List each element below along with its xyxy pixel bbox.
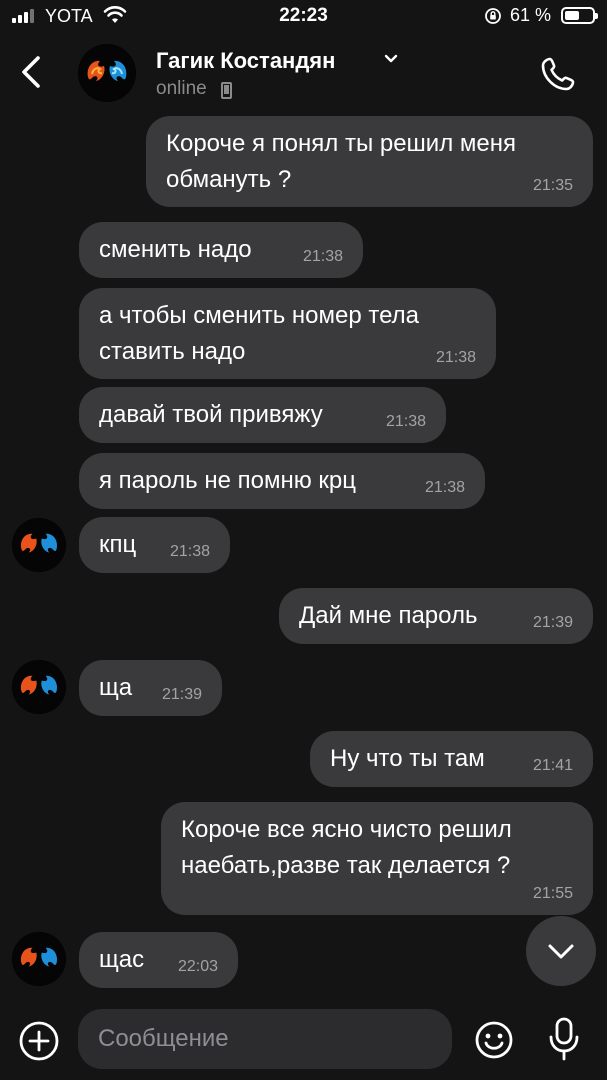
message-bubble-outgoing[interactable]: Дай мне пароль 21:39 bbox=[279, 588, 593, 644]
message-text: кпц bbox=[99, 531, 137, 558]
message-text: ща bbox=[99, 674, 133, 701]
message-text: Короче все ясно чисто решил наебать,разв… bbox=[181, 816, 512, 879]
message-bubble-outgoing[interactable]: Короче я понял ты решил меня обмануть ? … bbox=[146, 116, 593, 207]
message-bubble-outgoing[interactable]: Ну что ты там 21:41 bbox=[310, 731, 593, 787]
avatar[interactable] bbox=[12, 660, 66, 714]
message-time: 21:41 bbox=[532, 757, 573, 774]
message-text: Ну что ты там bbox=[330, 745, 485, 772]
message-bubble-outgoing[interactable]: Короче все ясно чисто решил наебать,разв… bbox=[161, 802, 593, 915]
message-time: 21:39 bbox=[161, 686, 202, 703]
message-bubble-incoming[interactable]: давай твой привяжу 21:38 bbox=[79, 387, 446, 443]
orientation-lock-icon bbox=[485, 8, 501, 24]
message-text: Дай мне пароль bbox=[299, 602, 478, 629]
message-time: 22:03 bbox=[177, 958, 218, 975]
contact-name[interactable]: Гагик Костандян bbox=[156, 48, 335, 74]
battery-icon bbox=[561, 7, 598, 24]
emoji-icon[interactable] bbox=[474, 1020, 514, 1060]
message-text: сменить надо bbox=[99, 236, 252, 263]
phone-call-icon[interactable] bbox=[538, 54, 578, 94]
message-time: 21:38 bbox=[385, 413, 426, 430]
message-time: 21:35 bbox=[532, 177, 573, 194]
scroll-to-bottom-button[interactable] bbox=[526, 916, 596, 986]
message-time: 21:38 bbox=[302, 248, 343, 265]
chevron-down-icon[interactable] bbox=[383, 52, 399, 66]
avatar[interactable] bbox=[12, 932, 66, 986]
message-input[interactable] bbox=[78, 1009, 452, 1069]
message-time: 21:38 bbox=[435, 349, 476, 366]
message-bubble-incoming[interactable]: ща 21:39 bbox=[79, 660, 222, 716]
message-bubble-incoming[interactable]: сменить надо 21:38 bbox=[79, 222, 363, 278]
microphone-icon[interactable] bbox=[546, 1016, 582, 1062]
message-text: а чтобы сменить номер тела ставить надо bbox=[99, 302, 420, 365]
message-text: я пароль не помню крц bbox=[99, 467, 356, 494]
message-text: Короче я понял ты решил меня обмануть ? bbox=[166, 130, 516, 193]
mobile-device-icon bbox=[221, 82, 232, 99]
message-time: 21:38 bbox=[424, 479, 465, 496]
chevron-down-icon bbox=[548, 944, 574, 959]
message-text: щас bbox=[99, 946, 145, 973]
avatar[interactable] bbox=[12, 518, 66, 572]
message-bubble-incoming[interactable]: а чтобы сменить номер тела ставить надо … bbox=[79, 288, 496, 379]
chat-header: Гагик Костандян online bbox=[0, 36, 607, 110]
message-time: 21:55 bbox=[532, 885, 573, 902]
status-bar: YOTA 22:23 61 % bbox=[0, 0, 607, 34]
battery-percentage: 61 % bbox=[510, 5, 552, 25]
avatar[interactable] bbox=[78, 44, 136, 102]
message-bubble-incoming[interactable]: щас 22:03 bbox=[79, 932, 238, 988]
contact-status: online bbox=[156, 78, 207, 99]
message-composer bbox=[0, 1000, 607, 1080]
message-text: давай твой привяжу bbox=[99, 401, 323, 428]
message-bubble-incoming[interactable]: я пароль не помню крц 21:38 bbox=[79, 453, 485, 509]
message-bubble-incoming[interactable]: кпц 21:38 bbox=[79, 517, 230, 573]
plus-circle-icon[interactable] bbox=[18, 1020, 60, 1062]
message-time: 21:39 bbox=[532, 614, 573, 631]
message-time: 21:38 bbox=[169, 543, 210, 560]
back-icon[interactable] bbox=[14, 50, 48, 94]
